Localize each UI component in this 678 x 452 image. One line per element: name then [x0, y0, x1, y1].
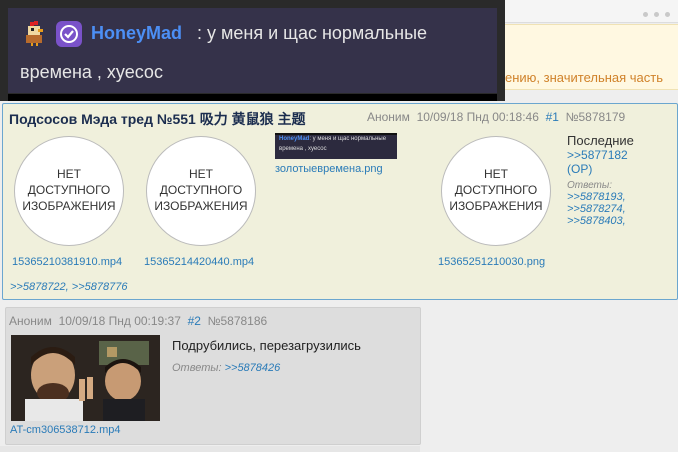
- replies-label: Ответы:: [567, 180, 613, 191]
- op-file-1-link[interactable]: 15365210381910.mp4: [12, 256, 122, 268]
- no-image-placeholder-2[interactable]: НЕТ ДОСТУПНОГО ИЗОБРАЖЕНИЯ: [146, 136, 256, 246]
- chat-screenshot-overlay[interactable]: HoneyMad : у меня и щас нормальные време…: [0, 0, 505, 101]
- op-author: Аноним: [367, 110, 410, 124]
- reply-index-link[interactable]: #2: [188, 314, 201, 328]
- notice-text: ению, значительная часть: [505, 70, 664, 85]
- op-file-2-link[interactable]: 15365214420440.mp4: [144, 256, 254, 268]
- last-label: Последние: [567, 133, 634, 148]
- reply-answer-link[interactable]: >>5878426: [225, 362, 281, 374]
- reply-post-number[interactable]: №5878186: [208, 314, 268, 328]
- chat-username: HoneyMad: [91, 23, 183, 43]
- reply-post-meta: Аноним 10/09/18 Пнд 00:19:37 #2 №5878186: [9, 314, 267, 328]
- next-post-edge: [0, 446, 420, 452]
- op-bottom-replies[interactable]: >>5878722, >>5878776: [10, 281, 127, 293]
- rooster-emote-icon: [26, 21, 43, 46]
- reply-link-3[interactable]: >>5878403,: [567, 215, 667, 227]
- reply-message: Подрубились, перезагрузились: [172, 338, 361, 353]
- chat-bottom-bar: [8, 94, 497, 101]
- no-image-placeholder-4[interactable]: НЕТ ДОСТУПНОГО ИЗОБРАЖЕНИЯ: [441, 136, 551, 246]
- reply-author: Аноним: [9, 314, 52, 328]
- op-index-link[interactable]: #1: [546, 110, 559, 124]
- top-dots: [637, 6, 670, 20]
- op-file-3-link[interactable]: золотыевремена.png: [275, 163, 383, 175]
- verified-badge-icon: [56, 21, 82, 47]
- reply-date: 10/09/18 Пнд 00:19:37: [58, 314, 181, 328]
- op-file-3-thumbnail[interactable]: HoneyMad: у меня и щас нормальные времен…: [275, 133, 397, 159]
- reply-link-2[interactable]: >>5878274,: [567, 203, 667, 215]
- op-post-number[interactable]: №5878179: [566, 110, 626, 124]
- op-file-4-link[interactable]: 15365251210030.png: [438, 256, 545, 268]
- chat-message-line1: : у меня и щас нормальные: [197, 23, 428, 43]
- last-post-link[interactable]: >>5877182: [567, 148, 667, 162]
- op-date: 10/09/18 Пнд 00:18:46: [416, 110, 539, 124]
- reply-file-link[interactable]: AT-cm306538712.mp4: [10, 424, 120, 436]
- thread-title: Подсосов Мэда тред №551 吸力 黄鼠狼 主题: [9, 111, 306, 127]
- op-post-meta: Аноним 10/09/18 Пнд 00:18:46 #1 №5878179: [367, 110, 625, 124]
- reply-answers-label: Ответы:: [172, 362, 222, 374]
- reply-video-thumbnail[interactable]: [11, 335, 160, 421]
- reply-answers: Ответы: >>5878426: [172, 362, 280, 374]
- reply-link-1[interactable]: >>5878193,: [567, 191, 667, 203]
- op-marker: (OP): [567, 162, 593, 176]
- selfie-photo-icon: [11, 335, 160, 421]
- chat-message-line2: времена , хуесос: [20, 62, 163, 82]
- no-image-placeholder-1[interactable]: НЕТ ДОСТУПНОГО ИЗОБРАЖЕНИЯ: [14, 136, 124, 246]
- op-right-column: Последние >>5877182 (OP) Ответы: >>58781…: [567, 133, 667, 227]
